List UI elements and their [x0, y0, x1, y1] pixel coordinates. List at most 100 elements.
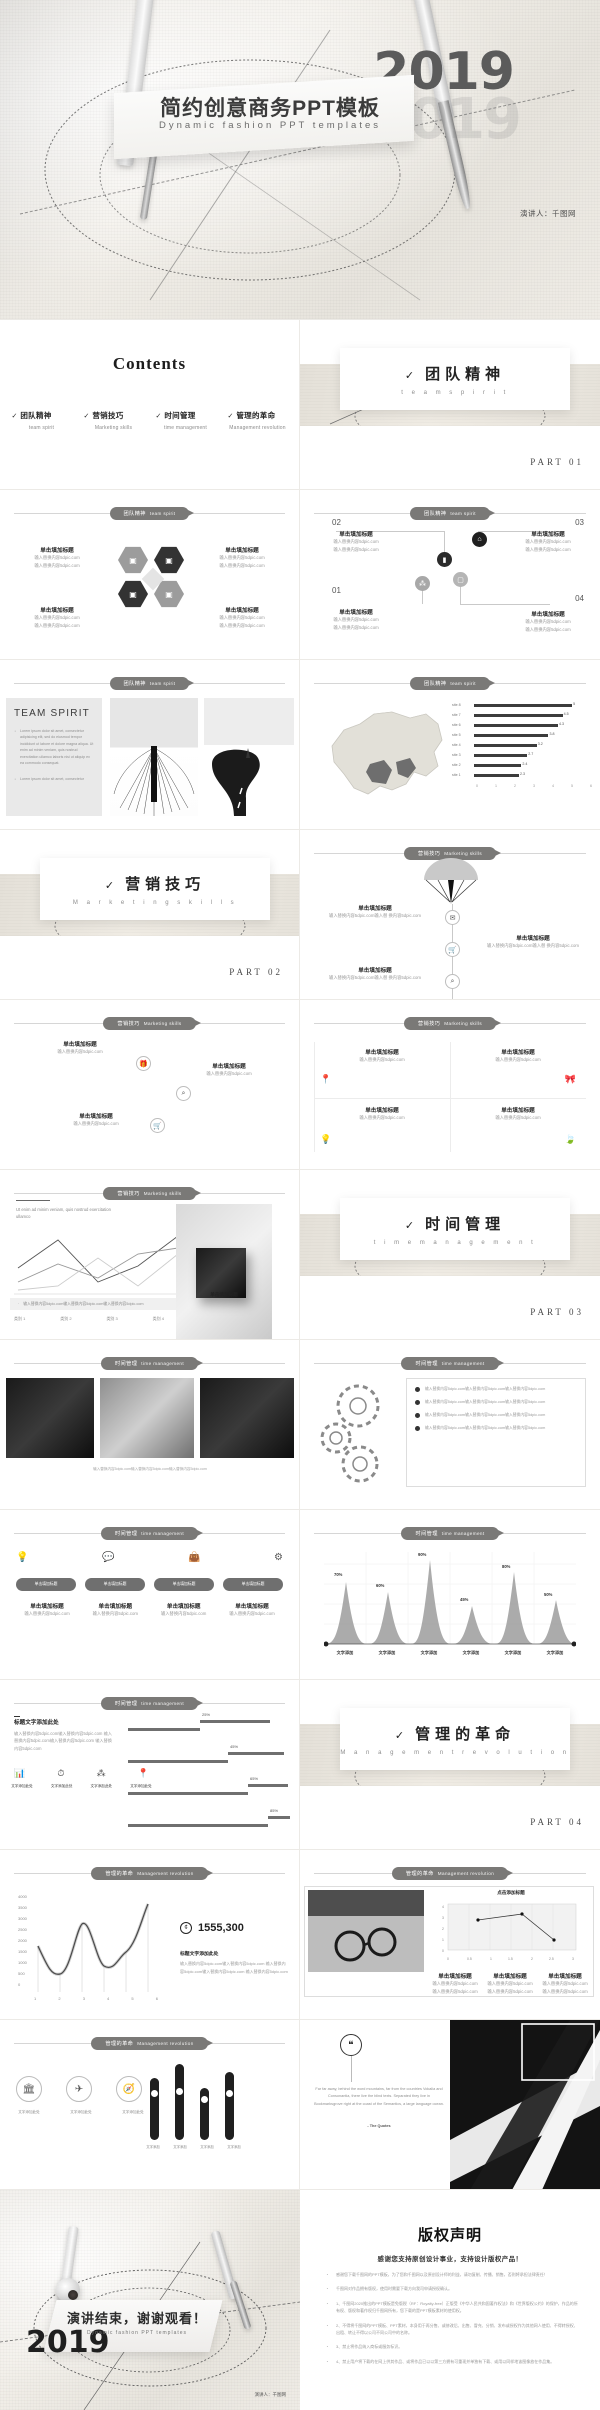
china-map-graphic: [331, 711, 443, 795]
grid-divider-h: [314, 1098, 586, 1099]
process-bar-step: [228, 1752, 284, 1755]
header-badge-en: team spirit: [450, 680, 476, 686]
check-icon: ✓: [11, 413, 18, 420]
x-tick: 类别 4: [152, 1316, 164, 1321]
header-rule-left: [14, 1362, 101, 1364]
timeline-connector: [460, 604, 550, 605]
bar-track: 4.5: [474, 712, 592, 717]
timeline-node-camera-icon[interactable]: ▢: [453, 572, 468, 587]
photo-winding-road: [204, 698, 294, 816]
bar-fill: [474, 743, 537, 747]
vertical-bar-2: [175, 2064, 184, 2140]
plane-icon[interactable]: ✈: [66, 2076, 92, 2102]
photo-cube: [176, 1204, 272, 1339]
gift-icon[interactable]: 🎁: [136, 1056, 151, 1071]
pill-4[interactable]: 单击填加标题: [223, 1578, 283, 1591]
section-title: ✓ 营销技巧: [104, 875, 206, 893]
search-icon[interactable]: ⌕: [445, 974, 460, 989]
block-title: 单击填加标题: [98, 1604, 133, 1610]
x-tick: 5: [131, 1996, 134, 2001]
svg-text:1: 1: [442, 1938, 444, 1942]
share-icon: ⁂: [96, 1768, 106, 1778]
slide-header: 团队精神 team spirit: [14, 676, 286, 690]
callout-title: 标题文字添加此处: [180, 1952, 219, 1957]
mkt-text-block-2: 单击填加标题 输入替换内容5dpic.com输入替 换内容5dpic.com: [478, 934, 588, 950]
section-title: ✓ 团队精神: [404, 365, 506, 383]
quote-stem: [351, 2056, 352, 2082]
search-icon[interactable]: ⌕: [176, 1086, 191, 1101]
bank-icon[interactable]: 🏛: [16, 2076, 42, 2102]
block-body: 输入替换内容5dpic.com: [495, 1057, 541, 1062]
x-tick: 3: [533, 784, 535, 788]
pill-1[interactable]: 单击填加标题: [16, 1578, 76, 1591]
process-bar-row: 25%: [128, 1712, 293, 1738]
hexagon-icon-2[interactable]: ▣: [154, 546, 184, 574]
x-tick: 4: [107, 1996, 110, 2001]
chart-legend-text: 输入替换内容5dpic.com输入替换内容5dpic.com输入替换内容5dpi…: [23, 1301, 144, 1306]
vertical-bar-3: [200, 2088, 209, 2140]
cart-icon[interactable]: 🛒: [445, 942, 460, 957]
slide-header: 营销技巧 Marketing skills: [314, 1016, 587, 1030]
photo-chart-block-3: 单击填加标题 输入替换内容5dpic.com 输入替换内容5dpic.com: [540, 1972, 590, 1995]
contents-item[interactable]: ✓ 营销技巧 Marketing skills: [84, 410, 144, 431]
block-title: 单击填加标题: [212, 1064, 246, 1070]
hexagon-icon-3[interactable]: ▣: [118, 580, 148, 608]
grid-block-2: 单击填加标题 输入替换内容5dpic.com: [460, 1048, 576, 1064]
bar-value: 5: [573, 701, 576, 706]
gears-row-text: 输入替换内容5dpic.com输入替换内容5dpic.com输入替换内容5dpi…: [425, 1387, 546, 1391]
slide-header: 管理的革命 Management revolution: [14, 1866, 285, 1880]
block-body: 输入替换内容5dpic.com: [160, 1611, 207, 1616]
timeline-node-chart-icon[interactable]: ▮: [437, 552, 452, 567]
contents-item[interactable]: ✓ 团队精神 team spirit: [12, 410, 72, 431]
slide-header: 时间管理 time management: [314, 1526, 587, 1540]
slide-row-11: 管理的革命 Management revolution 🏛 ✈ 🧭 文字添加此处…: [0, 2020, 600, 2190]
slide-timeline: 团队精神 team spirit 02 03 01 04 ▮ ⌂ ▢ ⁂ 单击填…: [300, 490, 600, 660]
header-badge-cn: 团队精神: [424, 680, 447, 687]
timeline-node-share-icon[interactable]: ⁂: [415, 576, 430, 591]
header-badge: 管理的革命 Management revolution: [91, 2036, 214, 2050]
grid-divider-v1: [314, 1042, 315, 1152]
slide-pills: 时间管理 time management 💡 💬 👜 ⚙ 单击填加标题 单击填加…: [0, 1510, 300, 1680]
x-tick: 5: [571, 784, 573, 788]
block-body: 输入替换内容5dpic.com输入替 换内容5dpic.com: [487, 943, 579, 948]
header-badge-en: time management: [141, 1360, 185, 1366]
pill-2[interactable]: 单击填加标题: [85, 1578, 145, 1591]
slide-header: 营销技巧 Marketing skills: [14, 1186, 286, 1200]
header-badge-cn: 团队精神: [123, 680, 146, 687]
bar-label: site 2: [452, 763, 461, 767]
gears-row: 输入替换内容5dpic.com输入替换内容5dpic.com输入替换内容5dpi…: [415, 1426, 577, 1431]
gears-graphic: [320, 1384, 380, 1483]
block-body: 输入替换内容5dpic.com: [525, 619, 571, 624]
block-body: 输入替换内容5dpic.com输入替 换内容5dpic.com: [329, 913, 421, 918]
mini-line-chart: 4 3 2 1 0 0 0.5 1 1.5 2 2.5 3: [442, 1903, 577, 1961]
currency-icon: ¢: [180, 1922, 192, 1934]
slide-hex-cluster: 团队精神 team spirit ▣ ▣ ▣ ▣ 单击填加标题 输入替换内容5d…: [0, 490, 300, 660]
block-title: 单击填加标题: [548, 1974, 582, 1980]
slide-header: 团队精神 team spirit: [314, 676, 587, 690]
pill-3[interactable]: 单击填加标题: [154, 1578, 214, 1591]
block-title: 单击填加标题: [493, 1974, 527, 1980]
x-tick: 类别 3: [106, 1316, 118, 1321]
contents-item[interactable]: ✓ 管理的革命 Management revolution: [228, 410, 288, 431]
chat-icon[interactable]: ✉: [445, 910, 460, 925]
contents-item[interactable]: ✓ 时间管理 time management: [156, 410, 216, 431]
header-rule-left: [314, 1022, 404, 1024]
contents-item-label: 管理的革命: [236, 411, 276, 420]
header-badge: 营销技巧 Marketing skills: [103, 1016, 201, 1030]
header-badge-cn: 时间管理: [114, 1360, 138, 1367]
block-title: 单击填加标题: [516, 936, 550, 942]
callout-value: 1555,300: [198, 1922, 244, 1934]
process-title: 标题文字添加此处: [14, 1720, 59, 1726]
gears-row-text: 输入替换内容5dpic.com输入替换内容5dpic.com输入替换内容5dpi…: [425, 1426, 546, 1430]
compass-icon[interactable]: 🧭: [116, 2076, 142, 2102]
cart-icon[interactable]: 🛒: [150, 1118, 165, 1133]
cover-speaker: 演讲人：千图网: [520, 209, 576, 218]
linechart-xaxis: 1 2 3 4 5 6: [34, 1996, 158, 2001]
hexagon-icon-1[interactable]: ▣: [118, 546, 148, 574]
copyright-item: 千图网对作品拥有版权，使用时需要下载方向我司申请授权确认。: [322, 2282, 578, 2298]
timeline-node-lock-icon[interactable]: ⌂: [472, 532, 487, 547]
compass-hub: [56, 2278, 80, 2302]
china-map[interactable]: [314, 700, 454, 812]
svg-text:0: 0: [442, 1949, 444, 1953]
bar-value: 4.3: [558, 721, 564, 726]
